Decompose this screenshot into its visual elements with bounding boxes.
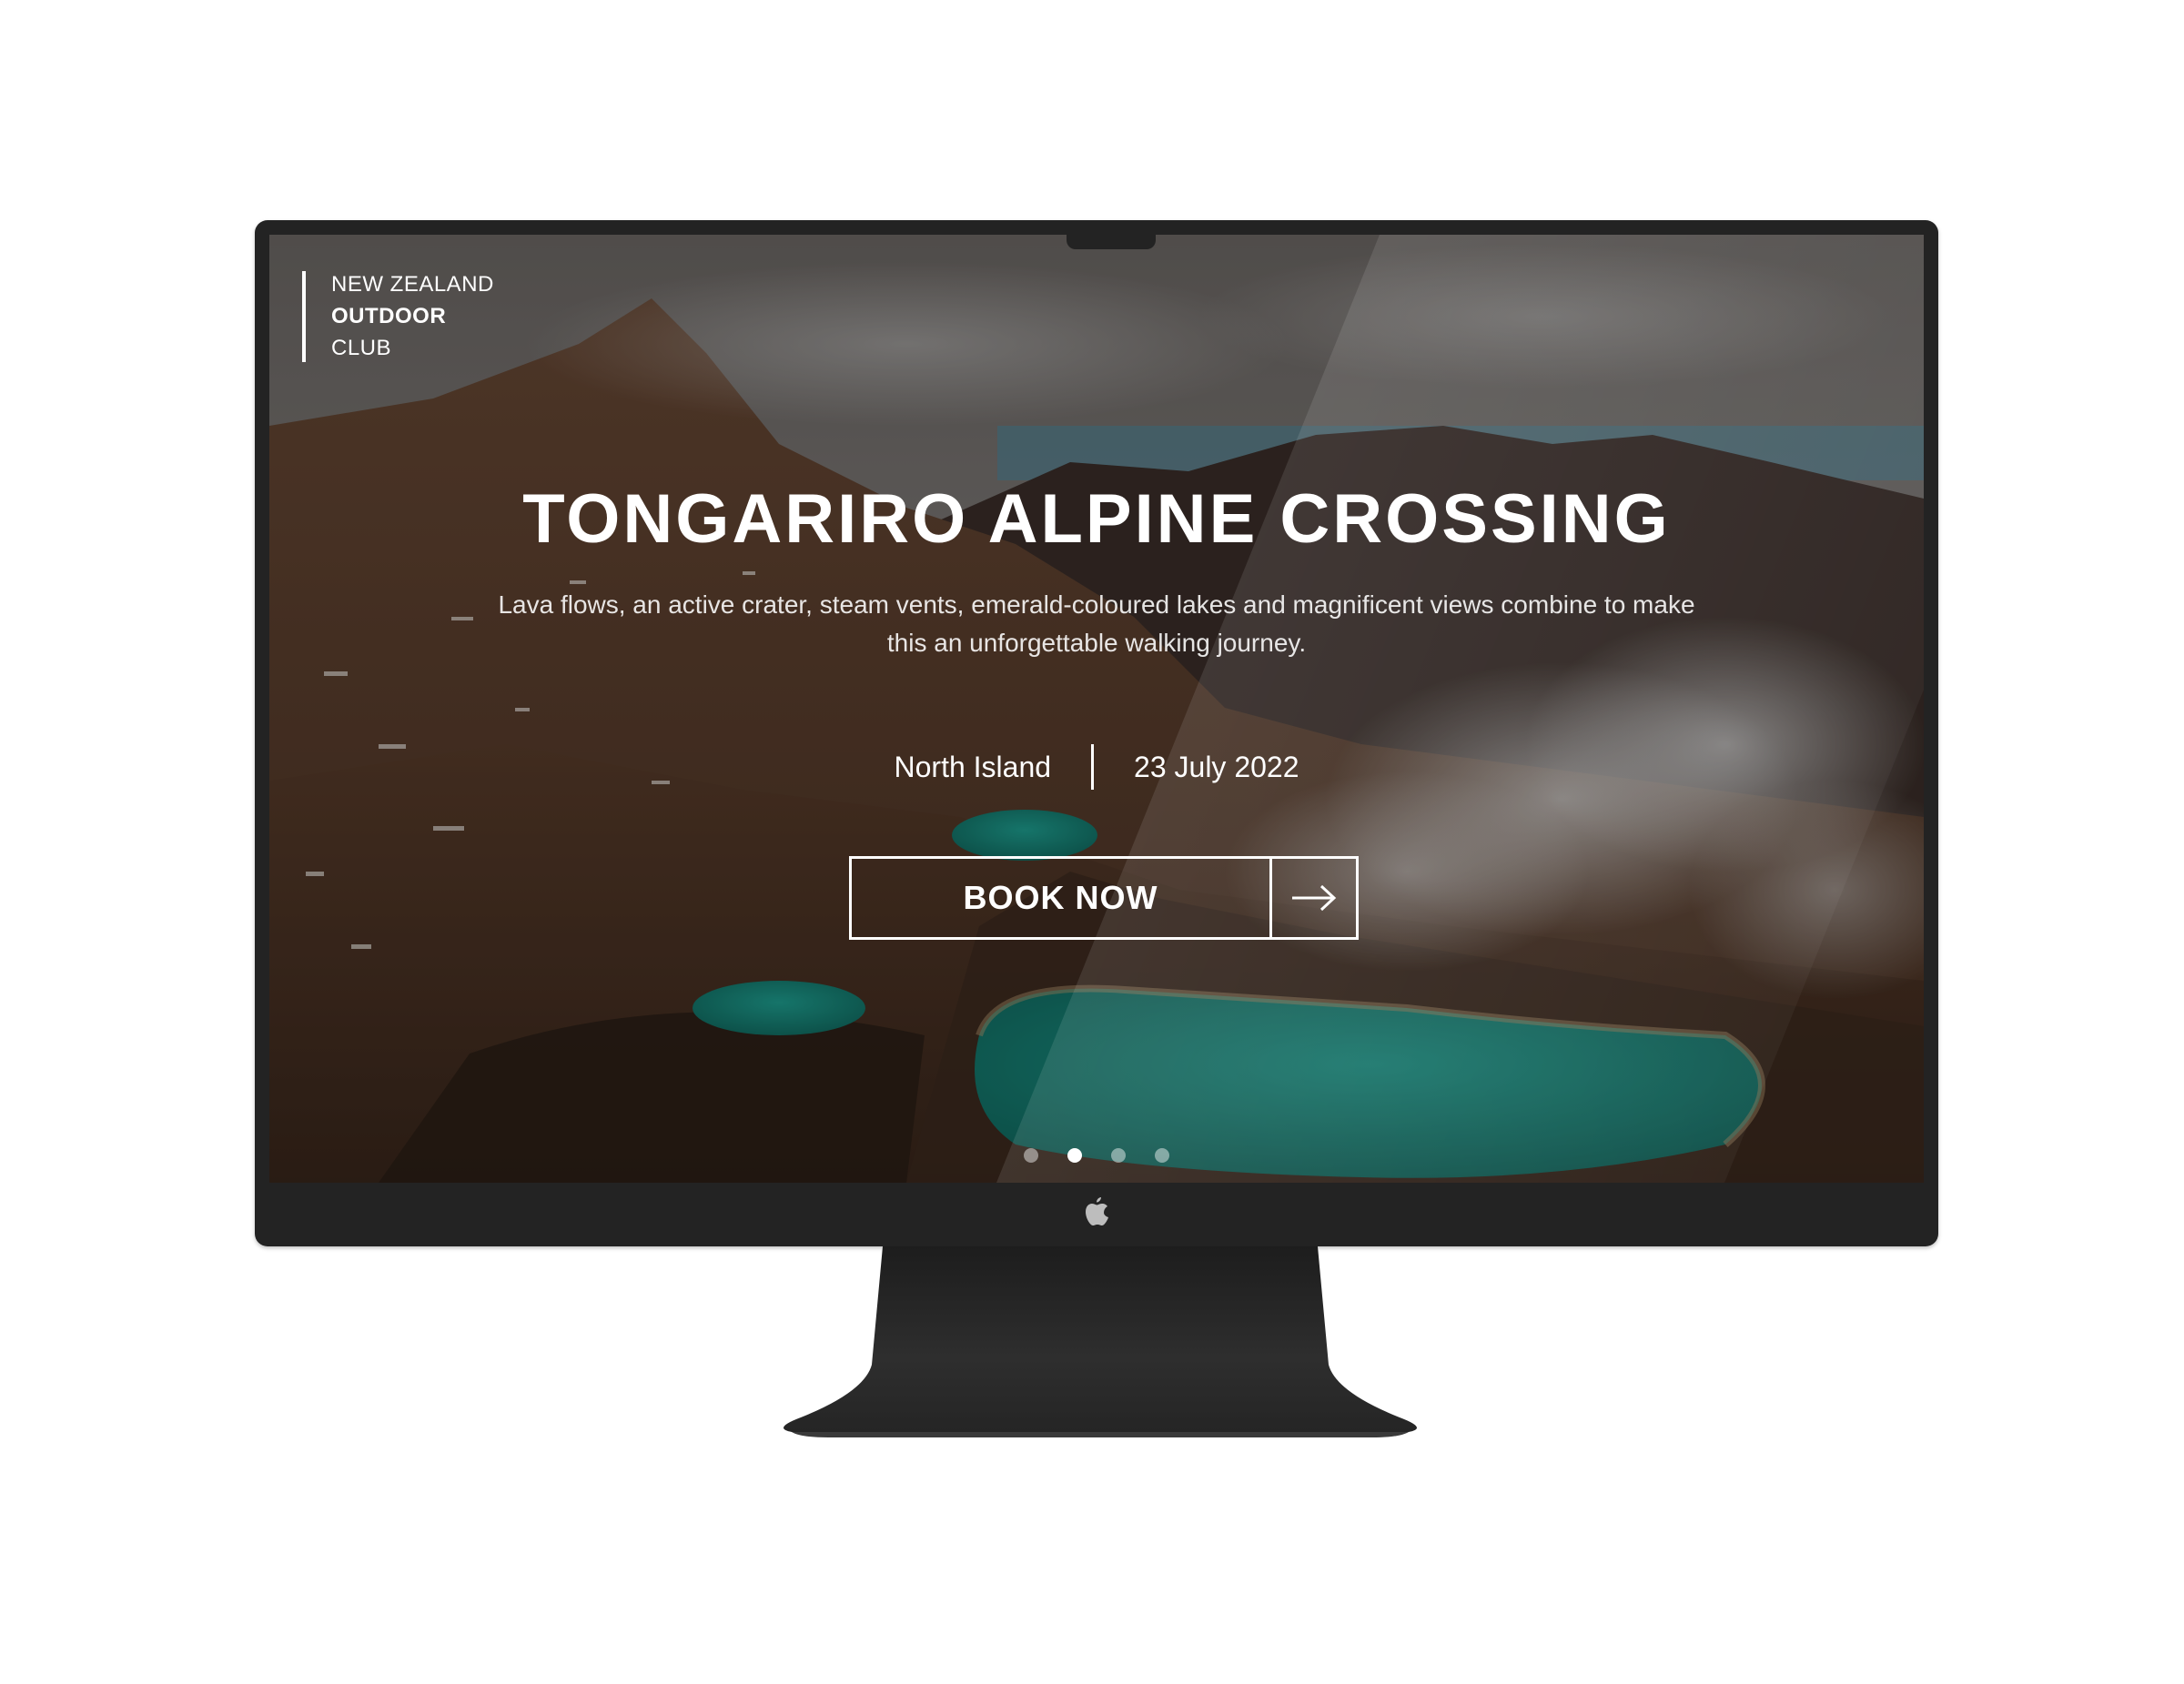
carousel-dot-3[interactable]: [1111, 1148, 1126, 1163]
book-now-label: BOOK NOW: [963, 879, 1158, 916]
apple-logo-icon: [1086, 1197, 1108, 1225]
carousel-dot-1[interactable]: [1024, 1148, 1038, 1163]
logo-line-1: NEW ZEALAND: [331, 272, 494, 297]
meta-divider: [1091, 744, 1095, 790]
hero-title: TONGARIRO ALPINE CROSSING: [522, 480, 1671, 558]
trip-date: 23 July 2022: [1134, 751, 1299, 783]
hero-description-line-1: Lava flows, an active crater, steam vent…: [498, 590, 1695, 619]
carousel-dot-4[interactable]: [1155, 1148, 1169, 1163]
carousel-dot-2[interactable]: [1067, 1148, 1082, 1163]
logo-line-3: CLUB: [331, 336, 392, 360]
hero-screen: NEW ZEALAND OUTDOOR CLUB TONGARIRO ALPIN…: [269, 235, 1924, 1183]
site-logo[interactable]: NEW ZEALAND OUTDOOR CLUB: [302, 271, 494, 362]
logo-line-2: OUTDOOR: [331, 304, 447, 328]
hero-background-image: [269, 235, 1924, 1183]
monitor-frame: NEW ZEALAND OUTDOOR CLUB TONGARIRO ALPIN…: [255, 220, 1938, 1246]
carousel-dots: [269, 1148, 1924, 1163]
trip-meta: North Island 23 July 2022: [269, 744, 1924, 790]
page: NEW ZEALAND OUTDOOR CLUB TONGARIRO ALPIN…: [0, 0, 2184, 1684]
camera-notch: [1067, 235, 1156, 249]
arrow-right-icon[interactable]: [1269, 859, 1356, 937]
book-now-button[interactable]: BOOK NOW: [849, 856, 1359, 940]
hero-description: Lava flows, an active crater, steam vent…: [460, 586, 1734, 662]
trip-location: North Island: [894, 751, 1052, 783]
monitor-stand: [784, 1246, 1417, 1437]
hero-description-line-2: this an unforgettable walking journey.: [886, 629, 1307, 657]
